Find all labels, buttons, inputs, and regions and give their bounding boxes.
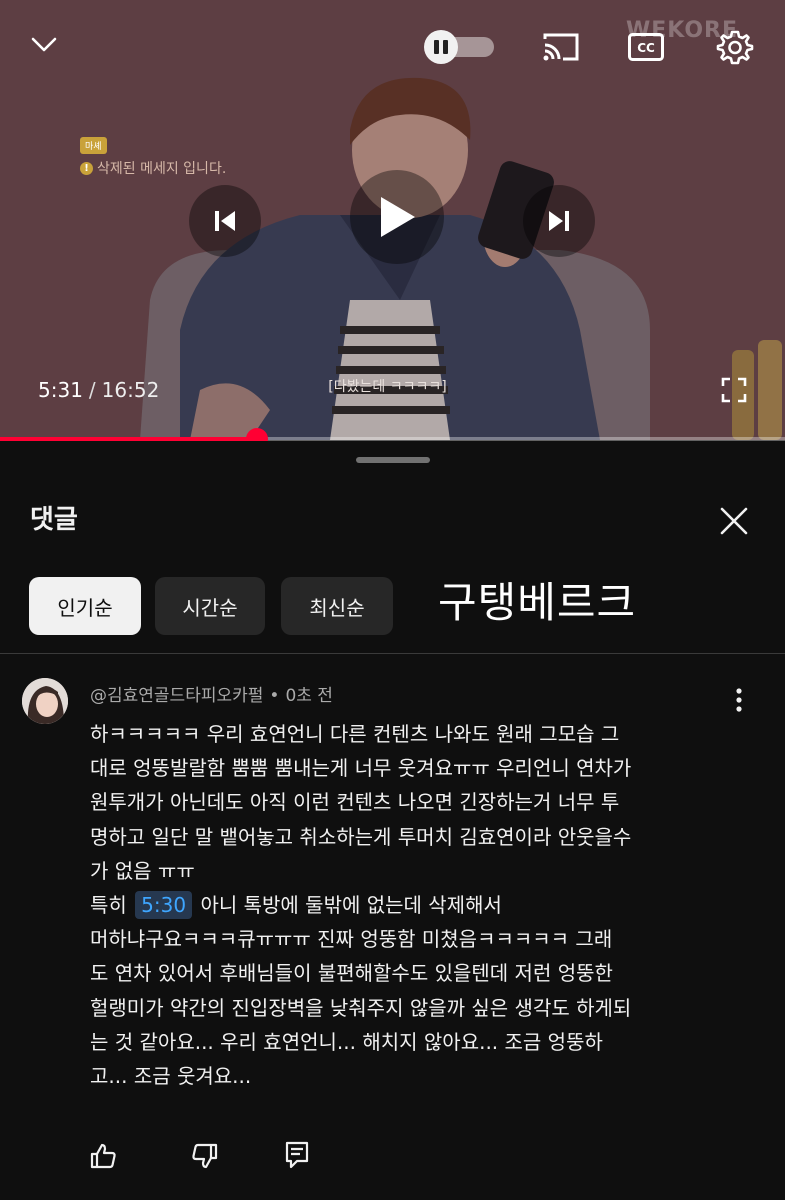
autoplay-toggle[interactable] <box>424 30 494 64</box>
thumbs-up-icon <box>90 1143 116 1169</box>
deleted-message-line: ! 삭제된 메세지 입니다. <box>80 158 226 178</box>
collapse-button[interactable] <box>22 28 66 62</box>
comment-line: 명하고 일단 말 뱉어놓고 취소하는게 투머치 김효연이라 안웃을수 <box>90 824 632 849</box>
timestamp-link[interactable]: 5:30 <box>135 891 193 920</box>
thumbs-down-icon <box>192 1143 218 1169</box>
close-button[interactable] <box>712 499 756 543</box>
deleted-message-tag: 마셰 <box>80 137 107 154</box>
meta-dot: • <box>269 686 280 706</box>
cast-icon <box>543 33 579 61</box>
avatar-image <box>22 678 68 724</box>
next-button[interactable] <box>523 185 595 257</box>
comment-line: 가 없음 ㅠㅠ <box>90 858 195 883</box>
comment-line: 헐랭미가 약간의 진입장벽을 낮춰주지 않을까 싶은 생각도 하게되 <box>90 995 632 1020</box>
drag-handle[interactable] <box>356 457 430 463</box>
timestamp-suffix: 아니 톡방에 둘밖에 없는데 삭제해서 <box>200 893 502 918</box>
burned-subtitle: [다봤는데 ㅋㅋㅋㅋ] <box>0 376 785 396</box>
sort-chip-timeline[interactable]: 시간순 <box>155 577 265 635</box>
dislike-button[interactable] <box>188 1139 222 1173</box>
panel-title: 댓글 <box>30 505 78 535</box>
comment-line-with-timestamp: 특히 5:30 아니 톡방에 둘밖에 없는데 삭제해서 <box>90 888 750 922</box>
avatar[interactable] <box>22 678 68 724</box>
divider <box>0 653 785 654</box>
alert-icon: ! <box>80 161 93 175</box>
svg-text:CC: CC <box>637 41 655 55</box>
comment-author[interactable]: @김효연골드타피오카펄 <box>90 686 263 706</box>
comment-line: 고... 조금 웃겨요... <box>90 1064 252 1089</box>
comment-line: 하ㅋㅋㅋㅋㅋ 우리 효연언니 다른 컨텐츠 나와도 원래 그모습 그 <box>90 722 620 746</box>
comment-line: 대로 엉뚱발랄함 뿜뿜 뿜내는게 너무 웃겨요ㅠㅠ 우리언니 연차가 <box>90 756 632 781</box>
skip-previous-icon <box>215 211 235 231</box>
more-vertical-icon <box>736 688 742 712</box>
comment-line: 는 것 같아요... 우리 효연언니... 해치지 않아요... 조금 엉뚱하 <box>90 1029 603 1054</box>
skip-next-icon <box>549 211 569 231</box>
timestamp-prefix: 특히 <box>90 893 127 918</box>
comment-line: 원투개가 아닌데도 아직 이런 컨텐츠 나오면 긴장하는거 너무 투 <box>90 790 620 815</box>
play-icon <box>381 197 415 237</box>
settings-button[interactable] <box>712 24 758 70</box>
previous-button[interactable] <box>189 185 261 257</box>
captions-button[interactable]: CC <box>624 26 668 68</box>
comment-meta: @김효연골드타피오카펄 • 0초 전 <box>90 681 333 706</box>
reply-icon <box>285 1141 309 1169</box>
comment-line: 머하냐구요ㅋㅋㅋ큐ㅠㅠㅠ 진짜 엉뚱함 미쳤음ㅋㅋㅋㅋㅋ 그래 <box>90 927 613 952</box>
comments-panel: 댓글 인기순 시간순 최신순 구탱베르크 @김효연골드타피오카펄 • 0초 전 하ㅋ… <box>0 441 785 1200</box>
comment-line: 도 연차 있어서 후배님들이 불편해할수도 있을텐데 저런 엉뚱한 <box>90 961 613 986</box>
close-icon <box>720 507 748 535</box>
comment-time: 0초 전 <box>285 686 333 706</box>
reply-button[interactable] <box>282 1139 312 1171</box>
sort-chip-newest[interactable]: 최신순 <box>281 577 393 635</box>
burned-subtitle-text: [다봤는데 ㅋㅋㅋㅋ] <box>328 379 447 395</box>
deleted-message-overlay: 마셰 ! 삭제된 메세지 입니다. <box>80 134 226 178</box>
comment-text: 하ㅋㅋㅋㅋㅋ 우리 효연언니 다른 컨텐츠 나와도 원래 그모습 그 대로 엉뚱… <box>90 717 750 1093</box>
fullscreen-button[interactable] <box>718 374 750 406</box>
overlay-caption: 구탱베르크 <box>438 578 637 627</box>
video-player[interactable]: WEKORE CC 마셰 ! 삭제된 메세지 입니다. 5:31 / 16:52… <box>0 0 785 440</box>
chevron-down-icon <box>31 37 57 52</box>
fullscreen-icon <box>721 377 747 403</box>
like-button[interactable] <box>86 1139 120 1173</box>
closed-captions-icon: CC <box>628 33 664 61</box>
more-actions-button[interactable] <box>724 685 754 715</box>
sort-chip-popular[interactable]: 인기순 <box>29 577 141 635</box>
pause-icon <box>424 30 458 64</box>
play-button[interactable] <box>350 170 444 264</box>
gear-icon <box>716 30 754 65</box>
cast-button[interactable] <box>536 26 586 68</box>
deleted-message-text: 삭제된 메세지 입니다. <box>97 161 227 177</box>
